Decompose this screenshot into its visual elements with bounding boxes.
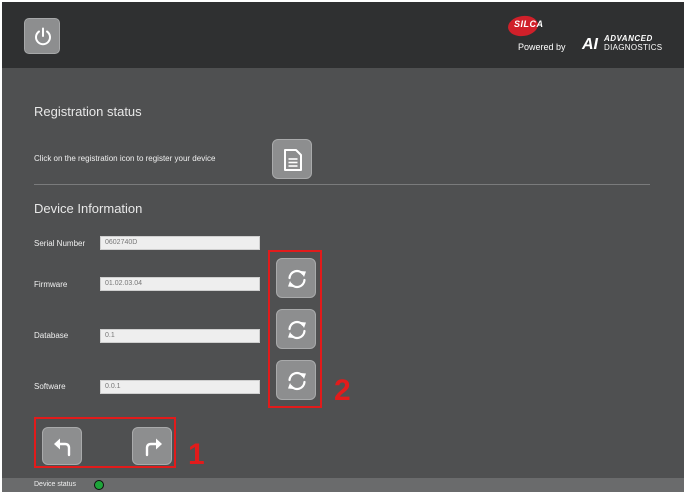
device-status-label: Device status	[34, 481, 77, 488]
registration-button[interactable]	[272, 139, 312, 179]
back-arrow-icon	[54, 438, 71, 457]
brand-name: SILCA	[514, 19, 544, 29]
power-icon	[35, 27, 51, 46]
nav-group-number: 1	[188, 438, 205, 471]
power-button[interactable]	[24, 18, 60, 54]
refresh-icon	[288, 320, 306, 340]
section-divider	[34, 184, 650, 185]
firmware-refresh-button[interactable]	[276, 258, 316, 298]
diagnostics-text: DIAGNOSTICS	[604, 43, 663, 52]
software-refresh-button[interactable]	[276, 360, 316, 400]
software-label: Software	[34, 382, 66, 391]
top-bar: SILCA Powered by AI ADVANCED DIAGNOSTICS	[2, 2, 684, 68]
database-label: Database	[34, 331, 69, 340]
forward-button[interactable]	[132, 427, 172, 465]
brand-logo: SILCA Powered by AI ADVANCED DIAGNOSTICS	[506, 12, 668, 60]
app-window: SILCA Powered by AI ADVANCED DIAGNOSTICS…	[2, 2, 684, 492]
status-bar: Device status	[2, 478, 684, 492]
registration-instruction: Click on the registration icon to regist…	[34, 154, 216, 163]
document-icon	[284, 149, 302, 171]
forward-arrow-icon	[145, 438, 162, 457]
refresh-icon	[288, 269, 306, 289]
device-status-indicator	[94, 480, 104, 490]
registration-title: Registration status	[34, 104, 142, 119]
firmware-label: Firmware	[34, 280, 68, 289]
firmware-field: 01.02.03.04	[100, 277, 260, 291]
serial-number-field: 0602740D	[100, 236, 260, 250]
powered-by-text: Powered by	[518, 42, 566, 52]
device-info-title: Device Information	[34, 201, 143, 216]
ai-mark: AI	[582, 36, 598, 53]
software-field: 0.0.1	[100, 380, 260, 394]
serial-number-label: Serial Number	[34, 239, 86, 248]
advanced-text: ADVANCED	[604, 34, 653, 43]
database-field: 0.1	[100, 329, 260, 343]
refresh-icon	[288, 371, 306, 391]
back-button[interactable]	[42, 427, 82, 465]
database-refresh-button[interactable]	[276, 309, 316, 349]
refresh-group-number: 2	[334, 374, 351, 407]
